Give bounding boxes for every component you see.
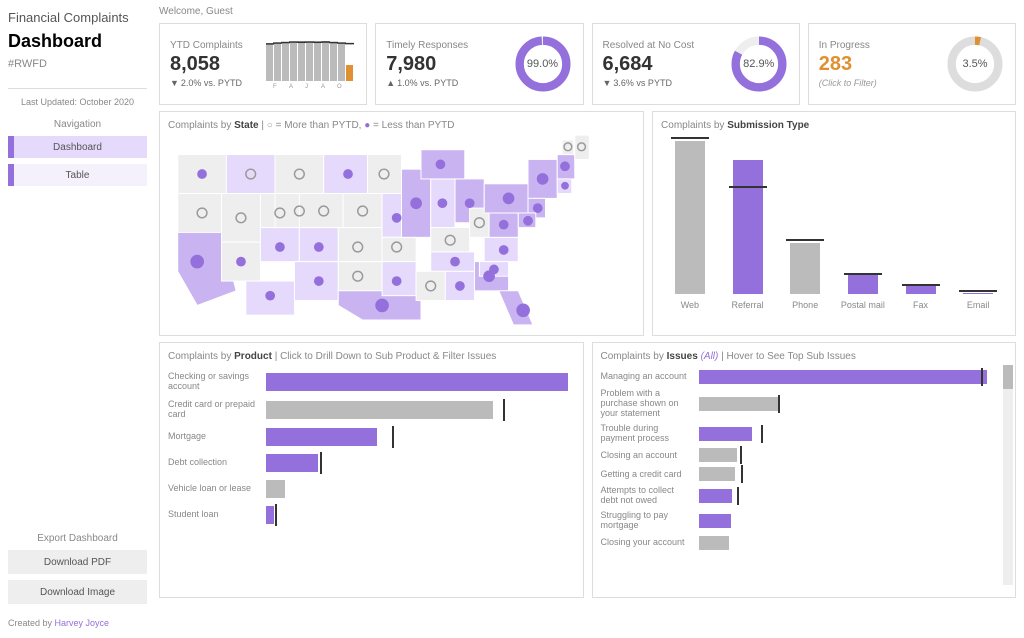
nav-label: Dashboard bbox=[53, 142, 102, 153]
credit: Created by Harvey Joyce bbox=[8, 618, 147, 628]
nav-accent bbox=[8, 136, 14, 158]
app-title: Financial Complaints bbox=[8, 10, 147, 25]
sidebar: Financial Complaints Dashboard #RWFD Las… bbox=[0, 0, 155, 638]
inprogress-donut: 3.5% bbox=[945, 34, 1005, 94]
svg-text:A: A bbox=[321, 84, 325, 89]
svg-text:F: F bbox=[273, 84, 277, 89]
nav-item-dashboard[interactable]: Dashboard bbox=[8, 136, 147, 158]
submission-bar-web[interactable]: Web bbox=[666, 139, 714, 310]
complaints-by-issues-card[interactable]: Complaints by Issues (All) | Hover to Se… bbox=[592, 342, 1017, 598]
nav-item-table[interactable]: Table bbox=[8, 164, 147, 186]
submission-bar-phone[interactable]: Phone bbox=[781, 139, 829, 310]
resolved-donut: 82.9% bbox=[729, 34, 789, 94]
issues-header: Complaints by Issues (All) | Hover to Se… bbox=[601, 351, 1008, 362]
nav-accent bbox=[8, 164, 14, 186]
hbar-row[interactable]: Credit card or prepaid card bbox=[168, 400, 575, 420]
svg-text:A: A bbox=[289, 84, 293, 89]
export-header: Export Dashboard bbox=[8, 533, 147, 544]
main-content: Welcome, Guest YTD Complaints 8,058 ▼2.0… bbox=[155, 0, 1024, 638]
complaints-by-product-card[interactable]: Complaints by Product | Click to Drill D… bbox=[159, 342, 584, 598]
kpi-in-progress[interactable]: In Progress 283 (Click to Filter) 3.5% bbox=[808, 23, 1016, 105]
submission-bar-email[interactable]: Email bbox=[954, 139, 1002, 310]
hbar-row[interactable]: Student loan bbox=[168, 506, 575, 524]
author-link[interactable]: Harvey Joyce bbox=[55, 618, 110, 628]
timely-donut: 99.0% bbox=[513, 34, 573, 94]
last-updated: Last Updated: October 2020 bbox=[8, 88, 147, 107]
svg-text:J: J bbox=[305, 84, 308, 89]
product-header: Complaints by Product | Click to Drill D… bbox=[168, 351, 575, 362]
ytd-sparkline-chart: F A J A O bbox=[266, 39, 356, 89]
hashtag: #RWFD bbox=[8, 58, 147, 70]
us-map[interactable] bbox=[168, 135, 635, 325]
mid-row: Complaints by State | ○ = More than PYTD… bbox=[159, 111, 1016, 336]
kpi-row: YTD Complaints 8,058 ▼2.0% vs. PYTD F A … bbox=[159, 23, 1016, 105]
down-arrow-icon: ▼ bbox=[170, 78, 179, 88]
submission-bar-referral[interactable]: Referral bbox=[724, 139, 772, 310]
up-arrow-icon: ▲ bbox=[386, 78, 395, 88]
complaints-by-submission-card[interactable]: Complaints by Submission Type Web Referr… bbox=[652, 111, 1016, 336]
hbar-row[interactable]: Struggling to pay mortgage bbox=[601, 511, 994, 531]
hbar-row[interactable]: Getting a credit card bbox=[601, 467, 994, 481]
issues-bar-chart[interactable]: Managing an account Problem with a purch… bbox=[601, 366, 1008, 550]
hbar-row[interactable]: Problem with a purchase shown on your st… bbox=[601, 389, 994, 419]
submission-bar-postal-mail[interactable]: Postal mail bbox=[839, 139, 887, 310]
bottom-row: Complaints by Product | Click to Drill D… bbox=[159, 342, 1016, 598]
map-header: Complaints by State | ○ = More than PYTD… bbox=[168, 120, 635, 131]
hbar-row[interactable]: Vehicle loan or lease bbox=[168, 480, 575, 498]
svg-text:O: O bbox=[337, 84, 342, 89]
hbar-row[interactable]: Managing an account bbox=[601, 370, 994, 384]
hbar-row[interactable]: Debt collection bbox=[168, 454, 575, 472]
submission-bar-chart[interactable]: Web Referral Phone Postal mail Fax Email bbox=[661, 135, 1007, 310]
download-image-button[interactable]: Download Image bbox=[8, 580, 147, 604]
down-arrow-icon: ▼ bbox=[603, 78, 612, 88]
nav-label: Table bbox=[66, 170, 90, 181]
submission-header: Complaints by Submission Type bbox=[661, 120, 1007, 131]
nav-header: Navigation bbox=[8, 119, 147, 130]
scrollbar-thumb[interactable] bbox=[1003, 365, 1013, 389]
kpi-resolved-no-cost[interactable]: Resolved at No Cost 6,684 ▼3.6% vs PYTD … bbox=[592, 23, 800, 105]
hbar-row[interactable]: Closing an account bbox=[601, 448, 994, 462]
hbar-row[interactable]: Checking or savings account bbox=[168, 372, 575, 392]
hbar-row[interactable]: Closing your account bbox=[601, 536, 994, 550]
issues-scrollbar[interactable] bbox=[1003, 365, 1013, 585]
hbar-row[interactable]: Trouble during payment process bbox=[601, 424, 994, 444]
complaints-by-state-card[interactable]: Complaints by State | ○ = More than PYTD… bbox=[159, 111, 644, 336]
welcome-text: Welcome, Guest bbox=[159, 6, 1016, 17]
page-title: Dashboard bbox=[8, 31, 147, 52]
hbar-row[interactable]: Attempts to collect debt not owed bbox=[601, 486, 994, 506]
product-bar-chart[interactable]: Checking or savings account Credit card … bbox=[168, 366, 575, 524]
submission-bar-fax[interactable]: Fax bbox=[897, 139, 945, 310]
hbar-row[interactable]: Mortgage bbox=[168, 428, 575, 446]
download-pdf-button[interactable]: Download PDF bbox=[8, 550, 147, 574]
kpi-timely-responses[interactable]: Timely Responses 7,980 ▲1.0% vs. PYTD 99… bbox=[375, 23, 583, 105]
kpi-ytd-complaints[interactable]: YTD Complaints 8,058 ▼2.0% vs. PYTD F A … bbox=[159, 23, 367, 105]
